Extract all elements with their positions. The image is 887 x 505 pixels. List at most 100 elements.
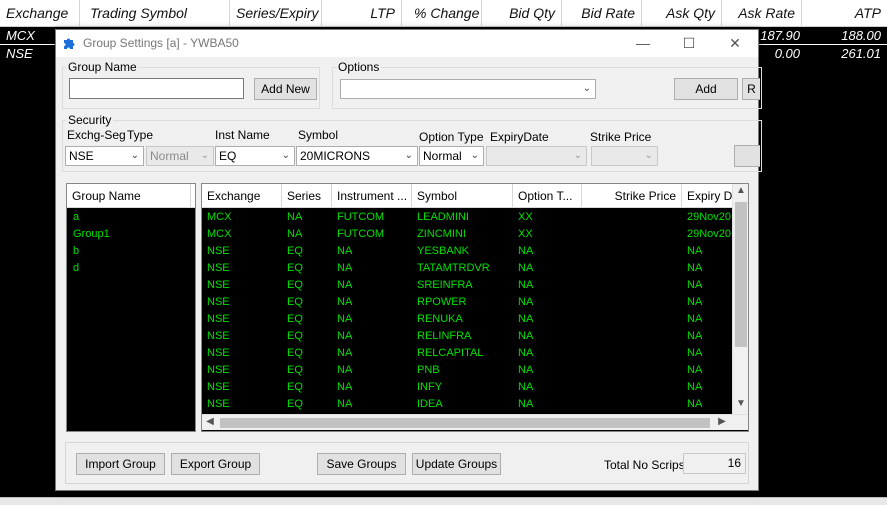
table-row[interactable]: NSE EQ NA RELCAPITAL NA NA [202,345,732,362]
cell-symbol: RPOWER [417,296,467,308]
scrip-col-exchange[interactable]: Exchange [202,184,282,208]
col-atp[interactable]: ATP [802,0,887,27]
table-row[interactable]: NSE EQ NA YESBANK NA NA [202,243,732,260]
table-row[interactable]: NSE EQ NA IDEA NA NA [202,396,732,413]
cell-instrument: NA [337,381,353,393]
cell-series: EQ [287,262,303,274]
inst-name-label: Inst Name [215,128,270,142]
table-row[interactable]: NSE EQ NA RPOWER NA NA [202,294,732,311]
cell-instrument: NA [337,330,353,342]
chevron-down-icon: ⌄ [404,150,413,161]
scrips-table-header: Exchange Series Instrument ... Symbol Op… [202,184,732,208]
chevron-down-icon: ⌄ [573,150,582,161]
scrip-col-symbol[interactable]: Symbol [412,184,513,208]
group-list-item[interactable]: Group1 [67,226,195,243]
scroll-right-icon[interactable]: ▶ [714,416,730,427]
chevron-down-icon: ⌄ [130,150,139,161]
col-trading-symbol[interactable]: Trading Symbol [80,0,230,27]
table-row[interactable]: MCX NA FUTCOM ZINCMINI XX 29Nov20 [202,226,732,243]
group-list: Group Name a Group1 b d [66,183,196,432]
save-groups-button[interactable]: Save Groups [317,453,406,475]
scrip-col-expiry[interactable]: Expiry Da [682,184,732,208]
export-group-button[interactable]: Export Group [171,453,260,475]
table-row[interactable]: NSE EQ NA SREINFRA NA NA [202,277,732,294]
col-pct-change[interactable]: % Change [402,0,482,27]
cell-exchange: NSE [207,347,230,359]
cell-option-type: XX [518,228,533,240]
table-row[interactable]: NSE EQ NA TATAMTRDVR NA NA [202,260,732,277]
import-group-button[interactable]: Import Group [76,453,165,475]
exchg-seg-select[interactable]: NSE ⌄ [65,146,144,166]
update-groups-button[interactable]: Update Groups [412,453,501,475]
type-label: Type [127,128,154,142]
expiry-date-label: ExpiryDate [490,130,549,144]
inst-name-select[interactable]: EQ ⌄ [215,146,295,166]
total-scrips-label: Total No Scrips: [604,458,689,472]
cell-expiry: NA [687,313,703,325]
security-add-button[interactable] [734,145,760,167]
cell-expiry: 29Nov20 [687,228,732,240]
scrip-col-option-type[interactable]: Option T... [513,184,582,208]
options-remove-button[interactable]: R [742,78,760,100]
cell-symbol: SREINFRA [417,279,473,291]
cell-symbol: TATAMTRDVR [417,262,490,274]
cell-symbol: ZINCMINI [417,228,466,240]
scrollbar-thumb[interactable] [735,202,747,347]
table-row[interactable]: NSE EQ NA RENUKA NA NA [202,311,732,328]
group-list-item[interactable]: b [67,243,195,260]
group-name-column-header[interactable]: Group Name [67,184,191,208]
table-row[interactable]: NSE EQ NA INFY NA NA [202,379,732,396]
scrip-col-series[interactable]: Series [282,184,332,208]
col-ltp[interactable]: LTP [322,0,402,27]
symbol-select[interactable]: 20MICRONS ⌄ [296,146,418,166]
expiry-date-select: ⌄ [486,146,587,166]
cell-expiry: NA [687,262,703,274]
options-select[interactable]: ⌄ [340,79,596,99]
strike-price-select: ⌄ [591,146,658,166]
add-new-button[interactable]: Add New [254,78,317,100]
scrips-horizontal-scrollbar[interactable]: ◀ ▶ [202,414,748,430]
cell-option-type: NA [518,330,534,342]
scrip-col-strike-price[interactable]: Strike Price [582,184,682,208]
col-ask-rate[interactable]: Ask Rate [722,0,802,27]
table-row[interactable]: NSE EQ NA PNB NA NA [202,362,732,379]
col-bid-rate[interactable]: Bid Rate [562,0,642,27]
group-list-item-label: b [73,245,80,257]
minimize-icon[interactable]: — [620,30,666,57]
security-legend: Security [68,113,112,127]
group-list-item[interactable]: d [67,260,195,277]
col-exchange[interactable]: Exchange [0,0,80,27]
cell-instrument: NA [337,313,353,325]
col-series-expiry[interactable]: Series/Expiry [230,0,322,27]
option-type-select[interactable]: Normal ⌄ [419,146,484,166]
close-icon[interactable]: ✕ [712,30,758,57]
options-add-button[interactable]: Add [674,78,738,100]
scroll-up-icon[interactable]: ▲ [733,185,749,196]
cell-option-type: XX [518,211,533,223]
group-name-input[interactable] [69,78,244,99]
table-row[interactable]: MCX NA FUTCOM LEADMINI XX 29Nov20 [202,209,732,226]
table-row[interactable]: NSE EQ NA RELINFRA NA NA [202,328,732,345]
cell-symbol: RELCAPITAL [417,347,484,359]
col-bid-qty[interactable]: Bid Qty [482,0,562,27]
col-ask-qty[interactable]: Ask Qty [642,0,722,27]
cell-expiry: NA [687,245,703,257]
scrip-col-instrument[interactable]: Instrument ... [332,184,412,208]
cell-exchange: NSE [207,296,230,308]
market-watch-hscroll[interactable] [0,497,887,505]
group-list-item[interactable]: a [67,209,195,226]
cell-expiry: NA [687,347,703,359]
maximize-icon[interactable]: ☐ [666,30,712,57]
dialog-titlebar[interactable]: Group Settings [a] - YWBA50 — ☐ ✕ [56,30,758,57]
cell-option-type: NA [518,398,534,410]
cell-exchange: NSE [207,330,230,342]
group-list-item-label: d [73,262,80,274]
scrips-vertical-scrollbar[interactable]: ▲ ▼ [732,184,748,414]
scrollbar-thumb[interactable] [220,418,710,428]
scroll-down-icon[interactable]: ▼ [733,398,749,409]
chevron-down-icon: ⌄ [470,150,479,161]
cell-expiry: NA [687,330,703,342]
cell-series: EQ [287,279,303,291]
scroll-left-icon[interactable]: ◀ [202,416,218,427]
cell-exchange: NSE [207,245,230,257]
